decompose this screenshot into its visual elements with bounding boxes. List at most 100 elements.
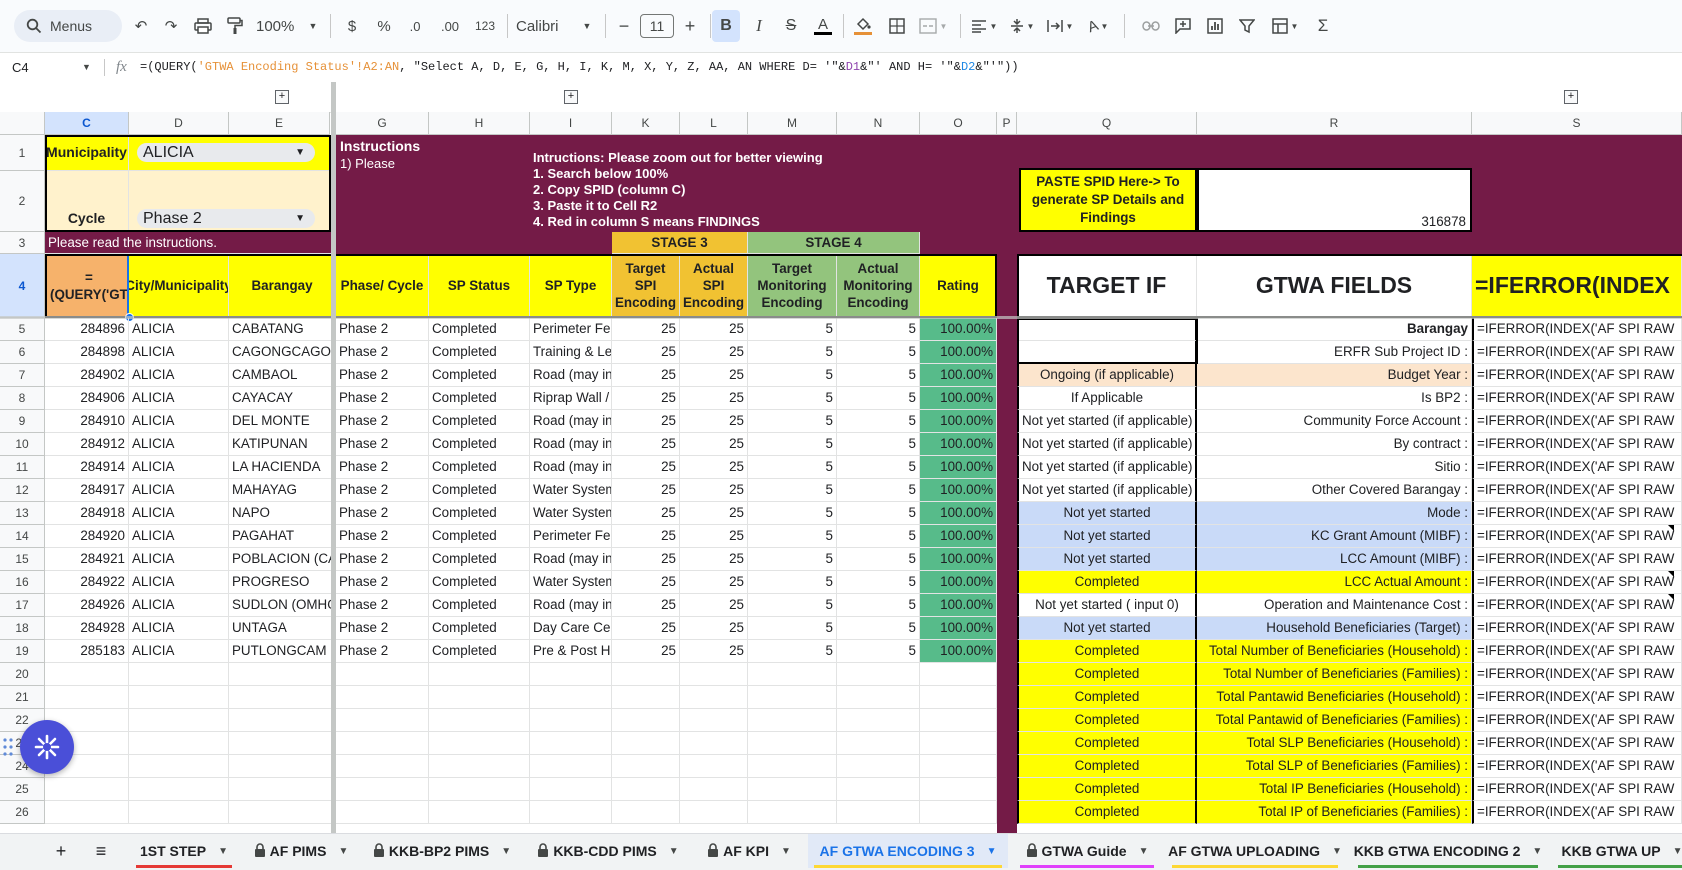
table-cell-rating[interactable]: 100.00% — [920, 571, 997, 594]
empty-cell[interactable] — [837, 686, 920, 709]
table-cell-rating[interactable]: 100.00% — [920, 617, 997, 640]
table-cell-m[interactable]: 5 — [748, 364, 837, 387]
column-header-o[interactable]: O — [920, 112, 997, 135]
empty-cell[interactable] — [229, 686, 336, 709]
table-cell-phase[interactable]: Phase 2 — [336, 479, 429, 502]
gtwa-field-label[interactable]: Budget Year : — [1197, 364, 1472, 387]
table-cell-spid[interactable]: 284912 — [45, 433, 129, 456]
column-header-m[interactable]: M — [748, 112, 837, 135]
gtwa-formula-cell[interactable]: =IFERROR(INDEX('AF SPI RAW — [1472, 594, 1682, 617]
sheet-tab[interactable]: 1ST STEP ▼ — [130, 834, 238, 868]
column-header-i[interactable]: I — [530, 112, 612, 135]
gtwa-formula-cell[interactable]: =IFERROR(INDEX('AF SPI RAW — [1472, 548, 1682, 571]
table-cell-rating[interactable]: 100.00% — [920, 594, 997, 617]
target-if-cell[interactable] — [1017, 318, 1197, 341]
target-if-cell[interactable]: Not yet started (if applicable) — [1017, 410, 1197, 433]
table-cell-m[interactable]: 5 — [748, 571, 837, 594]
table-cell-status[interactable]: Completed — [429, 456, 530, 479]
gtwa-formula-cell[interactable]: =IFERROR(INDEX('AF SPI RAW — [1472, 364, 1682, 387]
table-cell-phase[interactable]: Phase 2 — [336, 364, 429, 387]
gtwa-field-label[interactable]: Total Number of Beneficiaries (Families)… — [1197, 663, 1472, 686]
row-header[interactable]: 10 — [0, 433, 45, 456]
empty-cell[interactable] — [429, 709, 530, 732]
empty-cell[interactable] — [837, 801, 920, 824]
empty-cell[interactable] — [229, 801, 336, 824]
table-cell-phase[interactable]: Phase 2 — [336, 433, 429, 456]
table-cell-type[interactable]: Day Care Cen — [530, 617, 612, 640]
empty-cell[interactable] — [336, 801, 429, 824]
table-cell-brgy[interactable]: PAGAHAT — [229, 525, 336, 548]
table-cell-l[interactable]: 25 — [680, 456, 748, 479]
table-cell-spid[interactable]: 284896 — [45, 318, 129, 341]
empty-cell[interactable] — [837, 663, 920, 686]
empty-cell[interactable] — [530, 709, 612, 732]
cycle-dropdown[interactable]: Phase 2 ▼ — [137, 209, 315, 228]
chevron-down-icon[interactable]: ▼ — [669, 846, 679, 857]
empty-cell[interactable] — [680, 732, 748, 755]
empty-cell[interactable] — [612, 686, 680, 709]
gtwa-field-label[interactable]: Total Number of Beneficiaries (Household… — [1197, 640, 1472, 663]
table-cell-phase[interactable]: Phase 2 — [336, 594, 429, 617]
table-cell-m[interactable]: 5 — [748, 548, 837, 571]
table-cell-rating[interactable]: 100.00% — [920, 410, 997, 433]
empty-cell[interactable] — [612, 801, 680, 824]
empty-cell[interactable] — [920, 732, 997, 755]
table-cell-brgy[interactable]: PUTLONGCAM — [229, 640, 336, 663]
sheet-tab[interactable]: AF GTWA ENCODING 3 ▼ — [808, 834, 1008, 868]
table-cell-n[interactable]: 5 — [837, 548, 920, 571]
row-header[interactable]: 2 — [0, 171, 45, 232]
table-cell-status[interactable]: Completed — [429, 318, 530, 341]
table-cell-l[interactable]: 25 — [680, 617, 748, 640]
table-cell-n[interactable]: 5 — [837, 479, 920, 502]
empty-cell[interactable] — [129, 686, 229, 709]
target-if-cell[interactable]: Not yet started ( input 0) — [1017, 594, 1197, 617]
sheet-tab[interactable]: AF PIMS ▼ — [246, 834, 356, 868]
table-cell-spid[interactable]: 284928 — [45, 617, 129, 640]
table-cell-city[interactable]: ALICIA — [129, 318, 229, 341]
spreadsheet-grid[interactable]: C D E G H I K L M N O P Q R S 1 2 3 4 5 6 7 8 9 10 11 12 13 14 15 16 17… — [0, 0, 1682, 833]
table-cell-phase[interactable]: Phase 2 — [336, 318, 429, 341]
gtwa-field-label[interactable]: Sitio : — [1197, 456, 1472, 479]
table-cell-m[interactable]: 5 — [748, 410, 837, 433]
empty-cell[interactable] — [748, 732, 837, 755]
table-cell-rating[interactable]: 100.00% — [920, 341, 997, 364]
row-header[interactable]: 9 — [0, 410, 45, 433]
table-cell-type[interactable]: Water System — [530, 479, 612, 502]
table-cell-type[interactable]: Perimeter Fen — [530, 525, 612, 548]
table-cell-m[interactable]: 5 — [748, 594, 837, 617]
row-header[interactable]: 19 — [0, 640, 45, 663]
target-if-cell[interactable]: Completed — [1017, 801, 1197, 824]
empty-cell[interactable] — [229, 755, 336, 778]
table-cell-l[interactable]: 25 — [680, 640, 748, 663]
empty-cell[interactable] — [336, 778, 429, 801]
table-cell-spid[interactable]: 284926 — [45, 594, 129, 617]
column-header-p[interactable]: P — [997, 112, 1017, 135]
gtwa-formula-cell[interactable]: =IFERROR(INDEX('AF SPI RAW — [1472, 709, 1682, 732]
table-cell-brgy[interactable]: SUDLON (OMHO — [229, 594, 336, 617]
table-cell-city[interactable]: ALICIA — [129, 617, 229, 640]
table-cell-status[interactable]: Completed — [429, 387, 530, 410]
table-cell-spid[interactable]: 284920 — [45, 525, 129, 548]
gtwa-formula-cell[interactable]: =IFERROR(INDEX('AF SPI RAW — [1472, 479, 1682, 502]
gtwa-formula-cell[interactable]: =IFERROR(INDEX('AF SPI RAW — [1472, 663, 1682, 686]
empty-cell[interactable] — [229, 709, 336, 732]
target-if-cell[interactable]: Not yet started — [1017, 525, 1197, 548]
frozen-row-divider[interactable] — [0, 316, 1682, 319]
table-cell-rating[interactable]: 100.00% — [920, 456, 997, 479]
empty-cell[interactable] — [680, 709, 748, 732]
table-cell-l[interactable]: 25 — [680, 571, 748, 594]
target-if-cell[interactable]: Not yet started — [1017, 617, 1197, 640]
select-all-corner[interactable] — [0, 112, 45, 135]
table-cell-n[interactable]: 5 — [837, 525, 920, 548]
gtwa-formula-cell[interactable]: =IFERROR(INDEX('AF SPI RAW — [1472, 410, 1682, 433]
table-cell-n[interactable]: 5 — [837, 387, 920, 410]
table-cell-m[interactable]: 5 — [748, 318, 837, 341]
table-cell-status[interactable]: Completed — [429, 594, 530, 617]
empty-cell[interactable] — [680, 663, 748, 686]
gtwa-field-label[interactable]: Operation and Maintenance Cost : — [1197, 594, 1472, 617]
table-cell-k[interactable]: 25 — [612, 387, 680, 410]
table-cell-city[interactable]: ALICIA — [129, 502, 229, 525]
gtwa-field-label[interactable]: Total SLP of Beneficiaries (Families) : — [1197, 755, 1472, 778]
row-header[interactable]: 11 — [0, 456, 45, 479]
empty-cell[interactable] — [612, 709, 680, 732]
